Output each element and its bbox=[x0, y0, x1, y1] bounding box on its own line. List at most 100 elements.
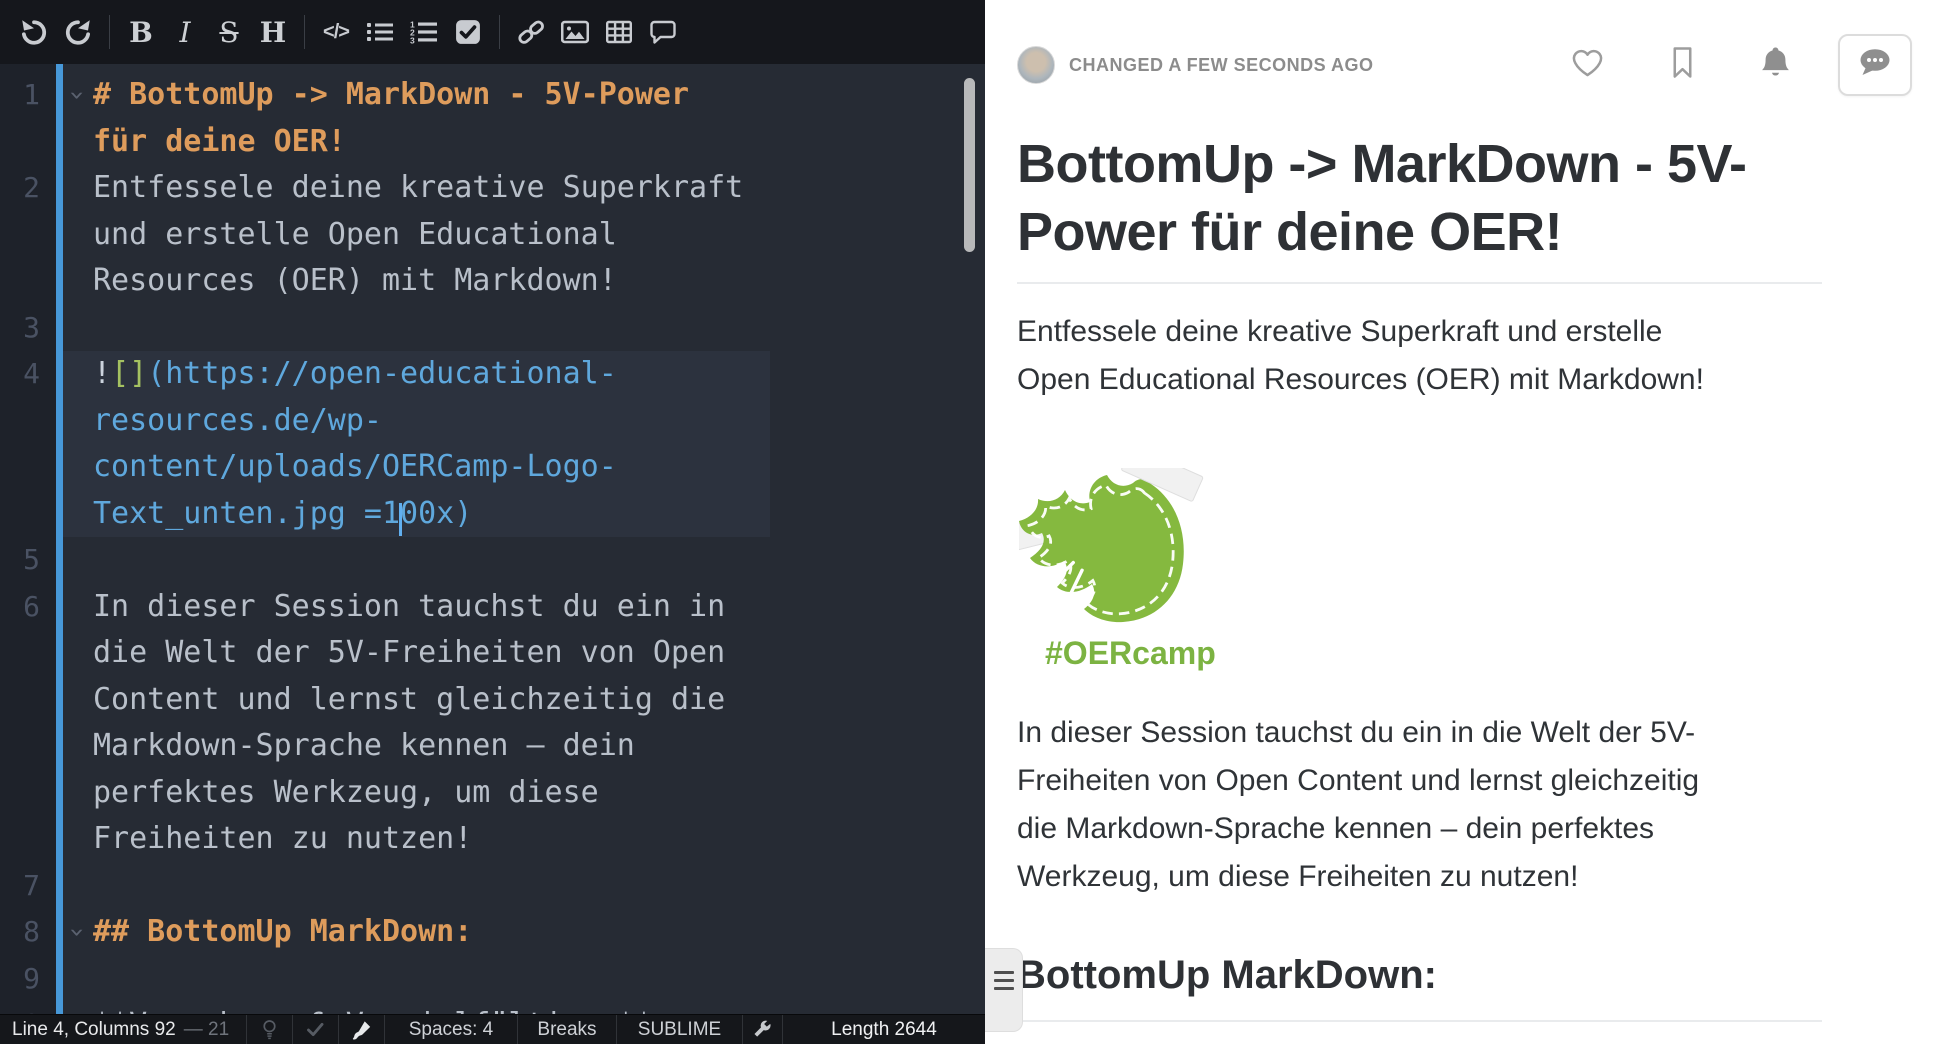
preview-actions bbox=[1507, 34, 1912, 96]
heading-button[interactable]: H bbox=[251, 8, 295, 56]
hint-toggle[interactable] bbox=[247, 1015, 293, 1044]
spellcheck-toggle[interactable] bbox=[293, 1015, 339, 1044]
text-cursor bbox=[399, 503, 402, 536]
undo-button[interactable] bbox=[12, 8, 56, 56]
line-number: 1 bbox=[0, 72, 46, 119]
italic-icon: I bbox=[179, 16, 190, 49]
cursor-position: Line 4, Columns 92 — 21 bbox=[0, 1015, 247, 1044]
comment-button[interactable] bbox=[641, 8, 685, 56]
bullet-list-button[interactable] bbox=[358, 8, 402, 56]
line-number: 7 bbox=[0, 863, 46, 910]
last-changed-label: CHANGED A FEW SECONDS AGO bbox=[1069, 55, 1374, 76]
link-button[interactable] bbox=[509, 8, 553, 56]
editor-line[interactable]: 6 In dieser Session tauchst du ein in die… bbox=[0, 584, 985, 863]
chat-bubble-icon bbox=[1855, 46, 1895, 85]
intro-paragraph: Entfessele deine kreative Superkraft und… bbox=[1017, 308, 1732, 404]
markdown-editor[interactable]: 1›# BottomUp -> MarkDown - 5V-Power für … bbox=[0, 64, 985, 1044]
document-title: BottomUp -> MarkDown - 5V-Power für dein… bbox=[1017, 130, 1757, 266]
table-icon bbox=[606, 20, 632, 44]
line-number: 4 bbox=[0, 351, 46, 398]
editor-line[interactable]: 8›## BottomUp MarkDown: bbox=[0, 909, 985, 956]
flame-shape bbox=[1019, 475, 1184, 622]
line-content[interactable] bbox=[93, 305, 753, 352]
strikethrough-icon: S bbox=[219, 16, 238, 49]
preview-header: CHANGED A FEW SECONDS AGO bbox=[1017, 34, 1912, 96]
strikethrough-button[interactable]: S bbox=[207, 8, 251, 56]
editor-lines[interactable]: 1›# BottomUp -> MarkDown - 5V-Power für … bbox=[0, 64, 985, 1044]
redo-icon bbox=[63, 17, 93, 47]
task-list-button[interactable] bbox=[446, 8, 490, 56]
toc-toggle[interactable] bbox=[985, 948, 1023, 1032]
linebreak-setting[interactable]: Breaks bbox=[518, 1015, 617, 1044]
editor-line[interactable]: 3 bbox=[0, 305, 985, 352]
bold-button[interactable]: B bbox=[119, 8, 163, 56]
link-icon bbox=[516, 19, 546, 45]
editor-settings-button[interactable] bbox=[743, 1015, 783, 1044]
divider bbox=[1017, 282, 1822, 284]
scissors-icon bbox=[1025, 561, 1094, 625]
numbered-list-icon: 1 2 3 bbox=[410, 20, 438, 44]
keymap-setting[interactable]: SUBLIME bbox=[617, 1015, 743, 1044]
editor-pane: B I S H </> bbox=[0, 0, 985, 1044]
line-content[interactable]: # BottomUp -> MarkDown - 5V-Power für de… bbox=[93, 72, 753, 165]
line-number: 5 bbox=[0, 537, 46, 584]
editor-line[interactable]: 1›# BottomUp -> MarkDown - 5V-Power für … bbox=[0, 72, 985, 165]
heart-icon bbox=[1569, 46, 1606, 84]
line-number: 2 bbox=[0, 165, 46, 212]
divider bbox=[1017, 1020, 1822, 1022]
line-content[interactable]: Entfessele deine kreative Superkraft und… bbox=[93, 165, 753, 305]
line-content[interactable]: ![](https://open-educational-resources.d… bbox=[93, 351, 753, 537]
avatar[interactable] bbox=[1017, 46, 1055, 84]
code-button[interactable]: </> bbox=[314, 8, 358, 56]
notifications-button[interactable] bbox=[1759, 45, 1792, 85]
italic-button[interactable]: I bbox=[163, 8, 207, 56]
table-button[interactable] bbox=[597, 8, 641, 56]
toolbar-divider bbox=[304, 15, 305, 49]
session-paragraph: In dieser Session tauchst du ein in die … bbox=[1017, 709, 1732, 901]
line-number: 8 bbox=[0, 909, 46, 956]
editor-line[interactable]: 9 bbox=[0, 956, 985, 1003]
toolbar-divider bbox=[109, 15, 110, 49]
line-content[interactable] bbox=[93, 537, 753, 584]
toolbar-divider bbox=[499, 15, 500, 49]
line-content[interactable]: In dieser Session tauchst du ein in die … bbox=[93, 584, 753, 863]
chevron-down-icon: › bbox=[54, 924, 101, 940]
chevron-down-icon: › bbox=[54, 87, 101, 103]
redo-button[interactable] bbox=[56, 8, 100, 56]
editor-statusbar: Line 4, Columns 92 — 21 bbox=[0, 1014, 985, 1044]
line-number: 9 bbox=[0, 956, 46, 1003]
comment-icon bbox=[649, 19, 677, 45]
oercamp-logo: #OERcamp bbox=[1019, 468, 1912, 681]
line-number: 6 bbox=[0, 584, 46, 631]
editor-toolbar: B I S H </> bbox=[0, 0, 985, 64]
numbered-list-button[interactable]: 1 2 3 bbox=[402, 8, 446, 56]
editor-line[interactable]: 4 ![](https://open-educational-resources.… bbox=[0, 351, 985, 537]
checkmark-icon bbox=[306, 1022, 325, 1037]
format-brush-toggle[interactable] bbox=[339, 1015, 385, 1044]
code-icon: </> bbox=[323, 21, 349, 44]
undo-icon bbox=[19, 17, 49, 47]
editor-line[interactable]: 7 bbox=[0, 863, 985, 910]
bell-icon bbox=[1759, 45, 1792, 85]
fold-toggle[interactable]: › bbox=[46, 72, 93, 119]
like-button[interactable] bbox=[1569, 46, 1606, 84]
hamburger-icon bbox=[994, 977, 1014, 990]
editor-line[interactable]: 5 bbox=[0, 537, 985, 584]
line-content[interactable] bbox=[93, 956, 753, 1003]
preview-pane: CHANGED A FEW SECONDS AGO bbox=[985, 0, 1938, 1044]
section-heading: BottomUp MarkDown: bbox=[1017, 953, 1912, 998]
indent-setting[interactable]: Spaces: 4 bbox=[385, 1015, 518, 1044]
fold-toggle[interactable]: › bbox=[46, 909, 93, 956]
image-icon bbox=[561, 20, 589, 44]
bookmark-button[interactable] bbox=[1668, 45, 1697, 85]
editor-line[interactable]: 2 Entfessele deine kreative Superkraft un… bbox=[0, 165, 985, 305]
bookmark-icon bbox=[1668, 45, 1697, 85]
image-button[interactable] bbox=[553, 8, 597, 56]
document-length: Length 2644 bbox=[783, 1015, 985, 1044]
bold-icon: B bbox=[129, 16, 153, 49]
line-content[interactable] bbox=[93, 863, 753, 910]
open-comments-button[interactable] bbox=[1838, 34, 1912, 96]
editor-scrollbar[interactable] bbox=[964, 78, 975, 252]
line-content[interactable]: ## BottomUp MarkDown: bbox=[93, 909, 753, 956]
bullet-list-icon bbox=[366, 20, 394, 44]
